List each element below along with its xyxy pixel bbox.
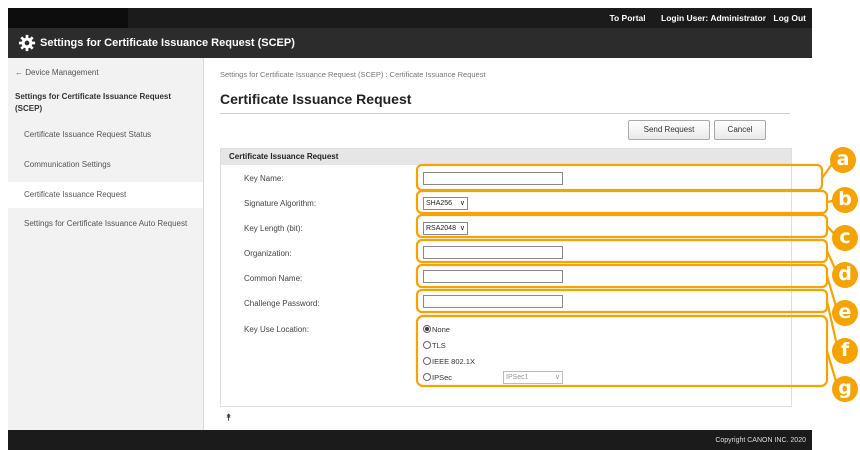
panel-title: Certificate Issuance Request	[221, 149, 791, 165]
signature-algorithm-select[interactable]: SHA256 ∨	[423, 197, 468, 210]
chevron-down-icon: ∨	[459, 200, 465, 207]
radio-icon	[423, 373, 431, 381]
page-title: Certificate Issuance Request	[220, 91, 412, 107]
callout-marker-a: a	[830, 147, 856, 173]
main-content: Settings for Certificate Issuance Reques…	[204, 58, 812, 430]
radio-icon	[423, 341, 431, 349]
sidebar-item-auto-request-settings[interactable]: Settings for Certificate Issuance Auto R…	[8, 214, 203, 248]
key-use-location-label: Key Use Location:	[244, 325, 309, 334]
organization-input[interactable]	[423, 246, 563, 259]
key-length-label: Key Length (bit):	[244, 224, 303, 233]
challenge-password-label: Challenge Password:	[244, 299, 320, 308]
callout-marker-g: g	[832, 376, 858, 402]
login-user-label: Login User: Administrator	[661, 13, 767, 23]
copyright-text: Copyright CANON INC. 2020	[715, 437, 806, 444]
back-to-top-icon[interactable]: ⯭	[226, 412, 231, 423]
callout-marker-d: d	[832, 262, 858, 288]
title-bar: Settings for Certificate Issuance Reques…	[8, 28, 812, 58]
logout-link[interactable]: Log Out	[773, 13, 806, 23]
login-user-name: Administrator	[710, 13, 767, 23]
sidebar-item-communication-settings[interactable]: Communication Settings	[8, 152, 203, 178]
chevron-down-icon: ∨	[554, 374, 560, 381]
top-bar-links: To Portal Login User: Administrator Log …	[596, 13, 806, 23]
sidebar: ← Device Management Settings for Certifi…	[8, 58, 204, 430]
radio-tls[interactable]: TLS	[423, 341, 446, 350]
radio-ieee8021x[interactable]: IEEE 802.1X	[423, 357, 475, 366]
callout-marker-e: e	[832, 300, 858, 326]
chevron-down-icon: ∨	[459, 225, 465, 232]
page-header-title: Settings for Certificate Issuance Reques…	[40, 37, 295, 49]
key-length-select[interactable]: RSA2048 ∨	[423, 222, 468, 235]
cancel-button[interactable]: Cancel	[714, 120, 766, 140]
to-portal-link[interactable]: To Portal	[609, 13, 645, 23]
common-name-label: Common Name:	[244, 274, 303, 283]
callout-marker-f: f	[832, 338, 858, 364]
key-name-input[interactable]	[423, 172, 563, 185]
challenge-password-input[interactable]	[423, 295, 563, 308]
callout-marker-b: b	[832, 187, 858, 213]
footer: Copyright CANON INC. 2020	[8, 430, 812, 450]
radio-ipsec[interactable]: IPSec	[423, 373, 452, 382]
sidebar-section-title[interactable]: Settings for Certificate Issuance Reques…	[15, 91, 195, 115]
certificate-request-panel: Certificate Issuance Request Key Name: S…	[220, 148, 792, 407]
send-request-button[interactable]: Send Request	[628, 120, 710, 140]
title-divider	[220, 113, 790, 114]
key-name-label: Key Name:	[244, 174, 284, 183]
top-bar-logo-area	[8, 8, 128, 28]
radio-none[interactable]: None	[423, 325, 450, 334]
radio-selected-icon	[423, 325, 431, 333]
signature-algorithm-label: Signature Algorithm:	[244, 199, 317, 208]
sidebar-item-issuance-request-status[interactable]: Certificate Issuance Request Status	[8, 122, 203, 148]
breadcrumb: Settings for Certificate Issuance Reques…	[220, 70, 486, 79]
radio-icon	[423, 357, 431, 365]
top-bar: To Portal Login User: Administrator Log …	[8, 8, 812, 28]
device-management-link[interactable]: ← Device Management	[15, 68, 99, 77]
gear-icon	[18, 34, 36, 52]
organization-label: Organization:	[244, 249, 292, 258]
ipsec-policy-select[interactable]: IPSec1 ∨	[503, 371, 563, 384]
common-name-input[interactable]	[423, 270, 563, 283]
sidebar-item-certificate-issuance-request[interactable]: Certificate Issuance Request	[8, 182, 203, 208]
callout-marker-c: c	[832, 225, 858, 251]
